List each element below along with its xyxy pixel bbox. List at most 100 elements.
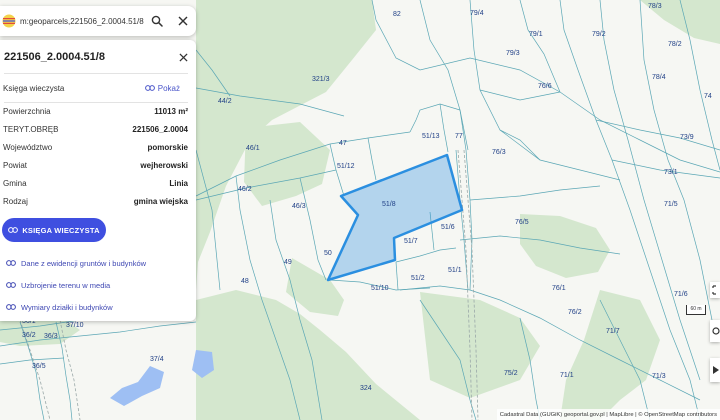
resource-links: Dane z ewidencji gruntów i budynków Uzbr…	[6, 252, 194, 318]
parcel-label: 36/5	[32, 363, 46, 370]
parcel-label: 76/2	[568, 309, 582, 316]
parcel-label: 51/2	[411, 275, 425, 282]
property-row: Województwo pomorskie	[0, 138, 196, 156]
property-key: Powierzchnia	[3, 106, 51, 116]
link-icon	[6, 303, 16, 312]
parcel-label: 37/4	[150, 356, 164, 363]
parcel-info-panel: 221506_2.0004.51/8 Księga wieczysta Poka…	[0, 40, 196, 321]
parcel-label: 79/2	[592, 31, 606, 38]
property-value: pomorskie	[147, 142, 188, 152]
parcel-label: 71/6	[674, 291, 688, 298]
show-link-label: Pokaż	[157, 83, 180, 93]
parcel-label: 76/6	[538, 83, 552, 90]
parcel-label: 78/3	[648, 3, 662, 10]
cadastre-data-link[interactable]: Dane z ewidencji gruntów i budynków	[6, 252, 194, 274]
property-value: 221506_2.0004	[132, 124, 188, 134]
link-icon	[144, 84, 155, 93]
property-value: wejherowski	[140, 160, 188, 170]
parcel-label: 51/6	[441, 224, 455, 231]
parcel-label: 51/12	[337, 163, 355, 170]
parcel-label: 51/1	[448, 267, 462, 274]
scale-label: 60 m	[690, 306, 702, 312]
search-icon[interactable]	[144, 8, 170, 34]
parcel-label: 51/10	[371, 285, 389, 292]
land-register-label: Księga wieczysta	[3, 83, 65, 93]
parcel-label: 76/5	[515, 219, 529, 226]
dimensions-link[interactable]: Wymiary działki i budynków	[6, 296, 194, 318]
link-icon	[6, 259, 16, 268]
map-attribution: Cadastral Data (GUGiK) geoportal.gov.pl …	[496, 409, 720, 420]
property-row: Powiat wejherowski	[0, 156, 196, 174]
property-value: 11013 m²	[154, 106, 188, 116]
scale-bar: 60 m	[686, 305, 706, 315]
parcel-label: 74	[704, 93, 712, 100]
parcel-label: 46/3	[292, 203, 306, 210]
parcel-label: 47	[339, 140, 347, 147]
parcel-label: 48	[241, 278, 249, 285]
utilities-link[interactable]: Uzbrojenie terenu w media	[6, 274, 194, 296]
property-value: gmina wiejska	[133, 196, 188, 206]
parcel-label: 77	[455, 133, 463, 140]
parcel-label: 51/8	[382, 201, 396, 208]
search-input[interactable]: m:geoparcels,221506_2.0004.51/8	[20, 17, 144, 26]
parcel-label: 71/1	[560, 372, 574, 379]
property-row: Gmina Linia	[0, 174, 196, 192]
link-icon	[8, 226, 19, 235]
parcel-label: 46/1	[246, 145, 260, 152]
property-key: TERYT.OBRĘB	[3, 124, 59, 134]
link-label: Wymiary działki i budynków	[21, 302, 113, 312]
parcel-label: 73/9	[680, 134, 694, 141]
property-row: TERYT.OBRĘB 221506_2.0004	[0, 120, 196, 138]
parcel-label: 75/2	[504, 370, 518, 377]
parcel-label: 79/4	[470, 10, 484, 17]
land-register-button-label: KSIĘGA WIECZYSTA	[22, 225, 100, 235]
land-register-row: Księga wieczysta Pokaż	[0, 78, 196, 98]
parcel-label: 36/3	[44, 333, 58, 340]
parcel-title: 221506_2.0004.51/8	[4, 51, 105, 63]
locate-control[interactable]	[710, 358, 720, 382]
divider	[4, 73, 188, 74]
parcel-properties: Powierzchnia 11013 m² TERYT.OBRĘB 221506…	[0, 102, 196, 210]
property-key: Województwo	[3, 142, 53, 152]
close-panel-icon[interactable]	[170, 46, 196, 68]
parcel-label: 78/2	[668, 41, 682, 48]
parcel-label: 71/5	[664, 201, 678, 208]
property-key: Powiat	[3, 160, 28, 170]
parcel-label: 49	[284, 259, 292, 266]
parcel-label: 46/2	[238, 186, 252, 193]
parcel-label: 71/3	[652, 373, 666, 380]
parcel-label: 321/3	[312, 76, 330, 83]
panel-header: 221506_2.0004.51/8	[0, 46, 196, 68]
land-register-button[interactable]: KSIĘGA WIECZYSTA	[2, 218, 106, 242]
parcel-label: 51/13	[422, 133, 440, 140]
parcel-label: 79/3	[506, 50, 520, 57]
property-row: Powierzchnia 11013 m²	[0, 102, 196, 120]
clear-search-icon[interactable]	[170, 8, 196, 34]
parcel-label: 36/2	[22, 332, 36, 339]
parcel-label: 73/1	[664, 169, 678, 176]
parcel-label: 79/1	[529, 31, 543, 38]
parcel-label: 71/7	[606, 328, 620, 335]
parcel-label: 78/4	[652, 74, 666, 81]
parcel-label: 324	[360, 385, 372, 392]
property-row: Rodzaj gmina wiejska	[0, 192, 196, 210]
parcel-label: 76/1	[552, 285, 566, 292]
property-key: Rodzaj	[3, 196, 28, 206]
link-label: Dane z ewidencji gruntów i budynków	[21, 258, 147, 268]
link-icon	[6, 281, 16, 290]
app-logo-icon	[2, 14, 16, 28]
parcel-label: 82	[393, 11, 401, 18]
attribution-text: Cadastral Data (GUGiK) geoportal.gov.pl …	[499, 411, 717, 418]
search-bar: m:geoparcels,221506_2.0004.51/8	[0, 6, 196, 36]
link-label: Uzbrojenie terenu w media	[21, 280, 111, 290]
fullscreen-control[interactable]	[710, 282, 720, 298]
show-land-register-link[interactable]: Pokaż	[144, 83, 180, 93]
property-value: Linia	[169, 178, 188, 188]
zoom-in-control[interactable]	[710, 320, 720, 342]
parcel-label: 44/2	[218, 98, 232, 105]
parcel-label: 37/10	[66, 322, 84, 329]
parcel-label: 51/7	[404, 238, 418, 245]
property-key: Gmina	[3, 178, 27, 188]
parcel-label: 50	[324, 250, 332, 257]
parcel-label: 76/3	[492, 149, 506, 156]
